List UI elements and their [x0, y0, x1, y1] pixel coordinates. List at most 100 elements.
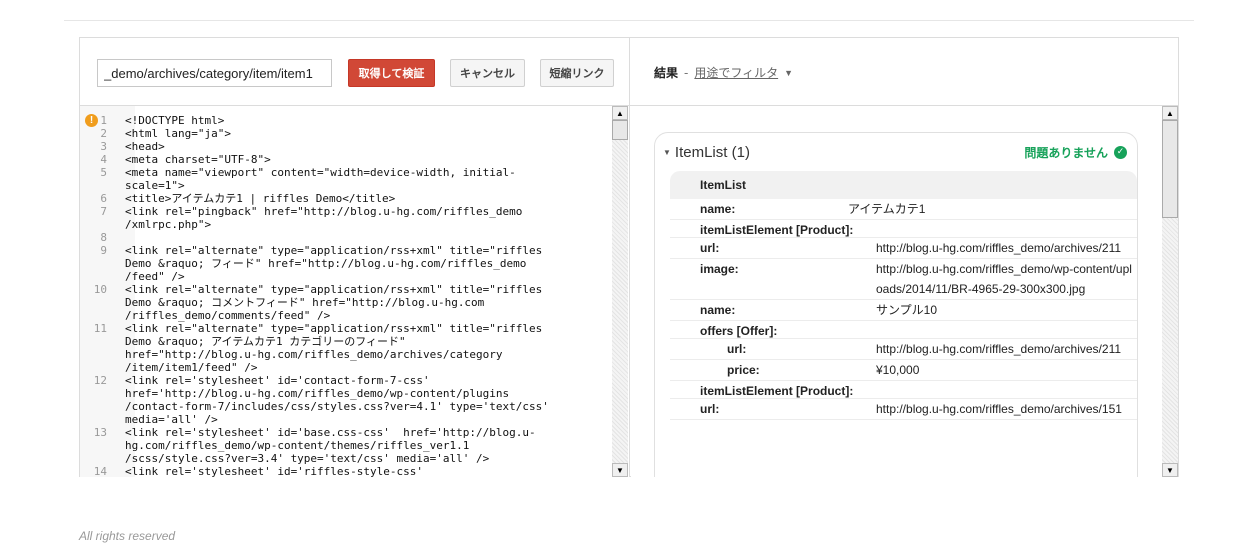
- code-text: <meta name="viewport" content="width=dev…: [125, 166, 516, 192]
- shortlink-button[interactable]: 短縮リンク: [540, 59, 614, 87]
- row-key: name:: [700, 202, 736, 216]
- code-line: 11 <link rel="alternate" type="applicatio…: [80, 322, 612, 374]
- status-text: 問題ありません: [1024, 145, 1108, 160]
- table-row: offers [Offer]:: [670, 321, 1137, 339]
- row-key: offers [Offer]:: [700, 324, 778, 338]
- table-row: name: サンプル10: [670, 300, 1137, 321]
- row-key: itemListElement [Product]:: [700, 384, 854, 398]
- itemlist-header[interactable]: ▼ ItemList (1) 問題ありません ✓: [655, 133, 1137, 171]
- line-number: 10: [93, 283, 107, 296]
- code-text: <meta charset="UTF-8">: [125, 153, 271, 166]
- code-line: 8: [80, 231, 612, 244]
- filter-dropdown[interactable]: 用途でフィルタ: [694, 64, 778, 81]
- itemlist-rows: name: アイテムカテ1 itemListElement [Product]: ur…: [655, 199, 1137, 420]
- line-number: 6: [100, 192, 107, 205]
- results-scrollbar[interactable]: ▲ ▼: [1162, 106, 1178, 477]
- code-line: 12 <link rel='stylesheet' id='contact-for…: [80, 374, 612, 426]
- line-number: 8: [100, 231, 107, 244]
- line-number: 7: [100, 205, 107, 218]
- code-text: <title>アイテムカテ1 | riffles Demo</title>: [125, 192, 396, 205]
- line-number: 13: [93, 426, 107, 439]
- caret-down-icon[interactable]: ▼: [784, 68, 793, 78]
- input-toolbar: 取得して検証 キャンセル 短縮リンク: [80, 38, 630, 106]
- results-separator: -: [684, 65, 689, 80]
- code-text: <link rel='stylesheet' id='riffles-style…: [125, 465, 424, 477]
- code-line: 14 <link rel='stylesheet' id='riffles-sty…: [80, 465, 612, 477]
- scroll-thumb[interactable]: [612, 120, 628, 140]
- line-number: 5: [100, 166, 107, 179]
- code-line: 7 <link rel="pingback" href="http://blog.…: [80, 205, 612, 231]
- line-number: 12: [93, 374, 107, 387]
- source-code-pane[interactable]: ! 1 <!DOCTYPE html> 2 <html lang="ja"> 3 <hea…: [80, 106, 630, 477]
- code-text: <link rel='stylesheet' id='contact-form-…: [125, 374, 549, 426]
- row-key: url:: [700, 241, 720, 255]
- table-row: url: http://blog.u-hg.com/riffles_demo/ar…: [670, 339, 1137, 360]
- scroll-thumb[interactable]: [1162, 120, 1178, 218]
- row-key: url:: [727, 342, 747, 356]
- code-text: <link rel="alternate" type="application/…: [125, 244, 543, 283]
- validator-panel: 取得して検証 キャンセル 短縮リンク 結果 - 用途でフィルタ ▼ ! 1<!D…: [79, 37, 1179, 477]
- line-number: 1: [100, 114, 107, 127]
- line-number: 2: [100, 127, 107, 140]
- results-header: 結果 - 用途でフィルタ ▼: [654, 64, 793, 81]
- scroll-down-arrow-icon[interactable]: ▼: [1162, 463, 1178, 477]
- line-number: 11: [93, 322, 107, 335]
- table-row: price: ¥10,000: [670, 360, 1137, 381]
- row-value: http://blog.u-hg.com/riffles_demo/archiv…: [876, 342, 1122, 356]
- code-text: <link rel="pingback" href="http://blog.u…: [125, 205, 523, 231]
- code-text: <link rel='stylesheet' id='base.css-css'…: [125, 426, 536, 465]
- row-value: ¥10,000: [876, 363, 920, 377]
- itemlist-card: ▼ ItemList (1) 問題ありません ✓ ItemList name: ア…: [654, 132, 1138, 477]
- results-title: 結果: [654, 66, 679, 80]
- row-key: name:: [700, 303, 736, 317]
- code-text: <link rel="alternate" type="application/…: [125, 322, 543, 374]
- fetch-validate-button[interactable]: 取得して検証: [348, 59, 435, 87]
- cancel-button[interactable]: キャンセル: [450, 59, 525, 87]
- code-line: 3 <head>: [80, 140, 612, 153]
- code-text: <html lang="ja">: [125, 127, 231, 140]
- url-input[interactable]: [97, 59, 332, 87]
- row-value: サンプル10: [876, 303, 937, 317]
- line-number: 4: [100, 153, 107, 166]
- row-key: image:: [700, 262, 739, 276]
- table-row: url: http://blog.u-hg.com/riffles_demo/ar…: [670, 399, 1137, 420]
- table-row: url: http://blog.u-hg.com/riffles_demo/ar…: [670, 238, 1137, 259]
- code-scrollbar[interactable]: ▲ ▼: [612, 106, 628, 477]
- code-line: 9 <link rel="alternate" type="application…: [80, 244, 612, 283]
- row-key: itemListElement [Product]:: [700, 223, 854, 237]
- table-row: itemListElement [Product]:: [670, 381, 1137, 399]
- code-line: 1 <!DOCTYPE html>: [80, 114, 612, 127]
- code-text: <head>: [125, 140, 165, 153]
- top-divider: [64, 20, 1194, 21]
- code-line: 10 <link rel="alternate" type="applicatio…: [80, 283, 612, 322]
- status-ok: 問題ありません ✓: [1024, 144, 1127, 161]
- itemlist-title-text: ItemList (1): [674, 143, 750, 161]
- row-value: http://blog.u-hg.com/riffles_demo/wp-con…: [876, 262, 1132, 296]
- results-toolbar: 結果 - 用途でフィルタ ▼: [630, 38, 1178, 106]
- footer-text: All rights reserved: [79, 529, 176, 543]
- code-line: 2 <html lang="ja">: [80, 127, 612, 140]
- code-lines: 1 <!DOCTYPE html> 2 <html lang="ja"> 3 <head>…: [80, 114, 612, 477]
- expand-triangle-icon[interactable]: ▼: [663, 148, 671, 157]
- row-value: http://blog.u-hg.com/riffles_demo/archiv…: [876, 402, 1122, 416]
- itemlist-table-header: ItemList: [670, 171, 1137, 199]
- row-value: アイテムカテ1: [848, 202, 926, 216]
- row-key: url:: [700, 402, 720, 416]
- table-row: name: アイテムカテ1: [670, 199, 1137, 220]
- scroll-down-arrow-icon[interactable]: ▼: [612, 463, 628, 477]
- row-value: http://blog.u-hg.com/riffles_demo/archiv…: [876, 241, 1122, 255]
- code-line: 13 <link rel='stylesheet' id='base.css-cs…: [80, 426, 612, 465]
- table-row: image: http://blog.u-hg.com/riffles_demo/…: [670, 259, 1137, 300]
- check-circle-icon: ✓: [1114, 145, 1127, 159]
- code-line: 4 <meta charset="UTF-8">: [80, 153, 612, 166]
- line-number: 3: [100, 140, 107, 153]
- code-text: <link rel="alternate" type="application/…: [125, 283, 543, 322]
- table-row: itemListElement [Product]:: [670, 220, 1137, 238]
- scroll-up-arrow-icon[interactable]: ▲: [1162, 106, 1178, 120]
- scroll-up-arrow-icon[interactable]: ▲: [612, 106, 628, 120]
- line-number: 14: [93, 465, 107, 477]
- code-line: 6 <title>アイテムカテ1 | riffles Demo</title>: [80, 192, 612, 205]
- itemlist-title[interactable]: ▼ ItemList (1): [663, 144, 750, 161]
- row-key: price:: [727, 363, 760, 377]
